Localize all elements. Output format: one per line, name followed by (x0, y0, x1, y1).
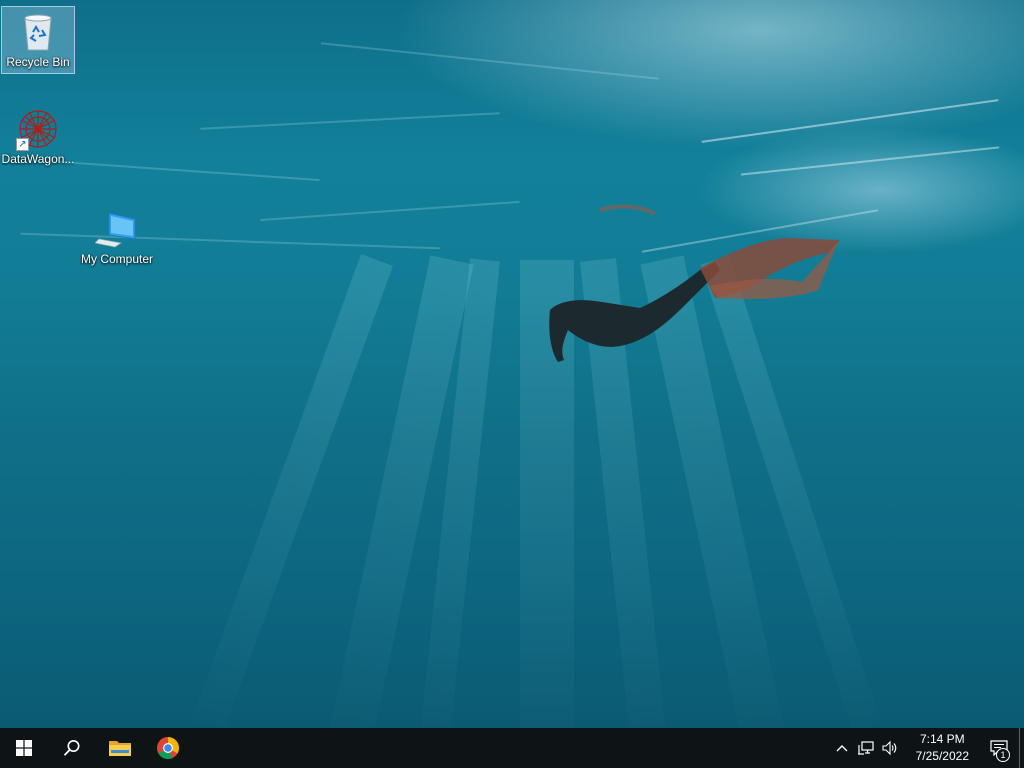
surface-ripple (60, 160, 320, 182)
taskbar-clock[interactable]: 7:14 PM 7/25/2022 (906, 731, 979, 765)
volume-button[interactable] (878, 728, 902, 768)
desktop-icon-label: DataWagon... (1, 152, 75, 166)
surface-ripple (701, 99, 999, 143)
show-desktop-button[interactable] (1019, 728, 1024, 768)
recycle-bin-icon (16, 10, 60, 54)
folder-icon (109, 741, 131, 756)
desktop-icon-recycle-bin[interactable]: Recycle Bin (1, 6, 75, 74)
volume-icon (882, 741, 896, 755)
desktop-icon-my-computer[interactable]: My Computer (80, 204, 154, 274)
search-icon (63, 740, 80, 756)
chevron-up-icon (836, 745, 848, 752)
taskbar: 7:14 PM 7/25/2022 1 (0, 728, 1024, 768)
desktop-background[interactable]: Recycle Bin ↗ DataWagon... My Computer (0, 0, 1024, 728)
search-button[interactable] (48, 728, 96, 768)
clock-time: 7:14 PM (919, 732, 965, 746)
shortcut-arrow-icon: ↗ (16, 138, 29, 151)
desktop-icon-label: Recycle Bin (6, 55, 70, 69)
desktop-icon-label: My Computer (80, 252, 154, 266)
action-center-button[interactable]: 1 (979, 728, 1019, 768)
surface-ripple (320, 42, 660, 80)
desktop-icon-datawagon[interactable]: ↗ DataWagon... (1, 104, 75, 174)
surface-ripple (200, 112, 500, 130)
taskbar-chrome[interactable] (144, 728, 192, 768)
network-button[interactable] (854, 728, 878, 768)
diver-image (549, 204, 840, 362)
chrome-icon (157, 737, 179, 760)
windows-start-icon (16, 740, 32, 756)
start-button[interactable] (0, 728, 48, 768)
surface-ripple (740, 146, 1000, 176)
clock-date: 7/25/2022 (915, 749, 969, 763)
datawagon-icon: ↗ (16, 107, 60, 151)
taskbar-file-explorer[interactable] (96, 728, 144, 768)
show-hidden-icons-button[interactable] (830, 728, 854, 768)
system-tray: 7:14 PM 7/25/2022 1 (830, 728, 1024, 768)
surface-ripple (260, 200, 520, 222)
network-icon (857, 741, 874, 755)
notification-count-badge: 1 (996, 748, 1010, 762)
computer-icon (94, 207, 139, 251)
